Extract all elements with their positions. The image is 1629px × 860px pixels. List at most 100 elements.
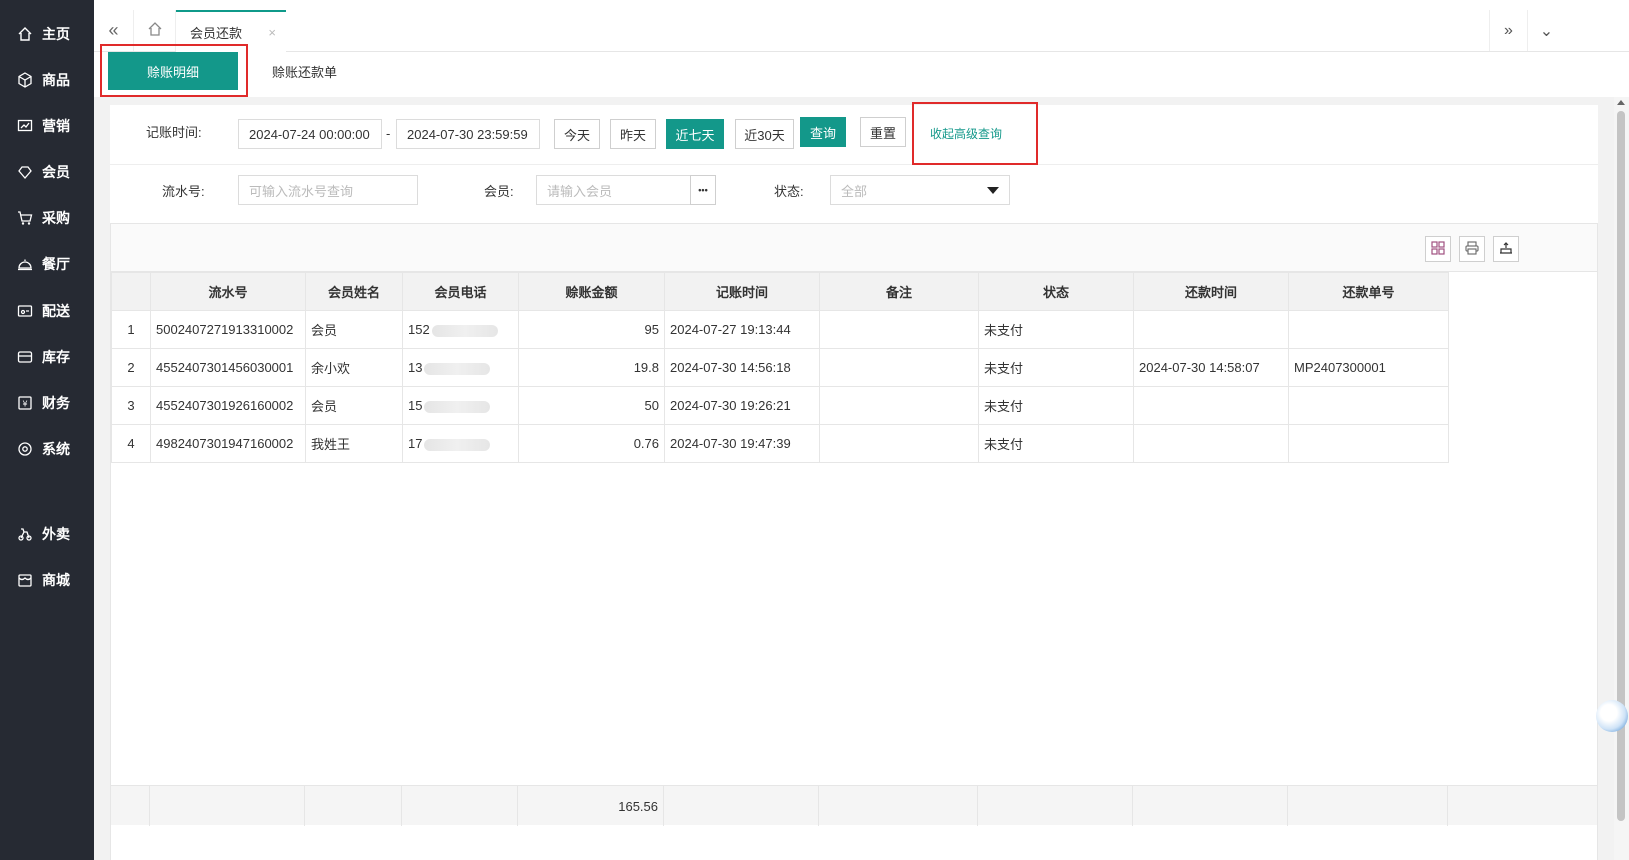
query-button[interactable]: 查询 — [800, 117, 846, 147]
tab-menu-button[interactable]: ⌄ — [1527, 10, 1565, 51]
sidebar-item-inventory[interactable]: 库存 — [0, 337, 94, 377]
col-header-index — [111, 272, 151, 311]
cell-status: 未支付 — [978, 424, 1134, 463]
cell-member-phone: 15 — [402, 386, 519, 425]
filter-row-dates: 记账时间: 2024-07-24 00:00:00 - 2024-07-30 2… — [110, 105, 1598, 165]
export-icon — [1499, 241, 1513, 258]
double-chevron-right-icon: » — [1504, 21, 1513, 39]
data-table-area: 流水号 会员姓名 会员电话 赊账金额 记账时间 备注 状态 还款时间 还款单号 … — [110, 223, 1598, 860]
status-select[interactable]: 全部 — [830, 175, 1010, 205]
cell-record-time: 2024-07-30 19:26:21 — [664, 386, 820, 425]
total-cell — [978, 786, 1133, 826]
highlight-box — [912, 102, 1038, 165]
page-scrollbar[interactable] — [1614, 97, 1629, 860]
total-cell — [819, 786, 978, 826]
scroll-tabs-right-button[interactable]: » — [1489, 10, 1527, 51]
sidebar-item-marketing[interactable]: 营销 — [0, 106, 94, 146]
print-button[interactable] — [1459, 236, 1485, 262]
close-icon[interactable]: × — [268, 25, 276, 40]
redacted-phone — [424, 400, 491, 413]
sidebar-item-delivery[interactable]: 配送 — [0, 291, 94, 331]
member-label: 会员: — [484, 184, 514, 199]
sidebar-item-label: 系统 — [42, 441, 70, 457]
settings-icon — [16, 440, 34, 458]
col-header-status[interactable]: 状态 — [978, 272, 1134, 311]
cell-serial: 4982407301947160002 — [150, 424, 306, 463]
floating-assistant-button[interactable] — [1596, 700, 1628, 732]
cell-repay-no — [1288, 424, 1449, 463]
col-header-repay-time[interactable]: 还款时间 — [1133, 272, 1289, 311]
sidebar-item-label: 采购 — [42, 210, 70, 226]
today-button[interactable]: 今天 — [554, 119, 600, 149]
column-filter-button[interactable] — [1425, 236, 1451, 262]
col-header-member-name[interactable]: 会员姓名 — [305, 272, 403, 311]
grid-icon — [1431, 240, 1445, 258]
col-header-member-phone[interactable]: 会员电话 — [402, 272, 519, 311]
table-row[interactable]: 3 4552407301926160002 会员 15 50 2024-07-3… — [111, 386, 1449, 425]
table-header-row: 流水号 会员姓名 会员电话 赊账金额 记账时间 备注 状态 还款时间 还款单号 — [111, 272, 1449, 311]
cell-note — [819, 310, 979, 349]
sidebar-item-label: 商品 — [42, 72, 70, 88]
sidebar-item-label: 财务 — [42, 395, 70, 411]
reset-button[interactable]: 重置 — [860, 117, 906, 147]
cell-index: 2 — [111, 348, 151, 387]
cell-credit-amount: 0.76 — [518, 424, 665, 463]
date-start-input[interactable]: 2024-07-24 00:00:00 — [238, 119, 382, 149]
cell-member-phone: 152 — [402, 310, 519, 349]
member-input[interactable]: 请输入会员 — [536, 175, 692, 205]
date-end-input[interactable]: 2024-07-30 23:59:59 — [396, 119, 540, 149]
home-icon — [16, 25, 34, 43]
sidebar-item-home[interactable]: 主页 — [0, 14, 94, 54]
col-header-record-time[interactable]: 记账时间 — [664, 272, 820, 311]
tab-bar: « 会员还款 × » ⌄ — [94, 10, 1629, 52]
col-header-repay-no[interactable]: 还款单号 — [1288, 272, 1449, 311]
chart-icon — [16, 117, 34, 135]
table-total-row: 165.56 — [111, 785, 1597, 826]
last-30-days-button[interactable]: 近30天 — [735, 119, 794, 149]
table-row[interactable]: 1 5002407271913310002 会员 152 95 2024-07-… — [111, 310, 1449, 349]
sidebar-item-takeout[interactable]: 外卖 — [0, 514, 94, 554]
redacted-phone — [431, 324, 498, 337]
sidebar-item-mall[interactable]: 商城 — [0, 560, 94, 600]
diamond-icon — [16, 163, 34, 181]
table-row[interactable]: 4 4982407301947160002 我姓王 17 0.76 2024-0… — [111, 424, 1449, 463]
yesterday-button[interactable]: 昨天 — [610, 119, 656, 149]
serial-label: 流水号: — [162, 184, 205, 199]
cell-member-phone: 17 — [402, 424, 519, 463]
cell-record-time: 2024-07-30 19:47:39 — [664, 424, 820, 463]
col-header-note[interactable]: 备注 — [819, 272, 979, 311]
total-cell — [111, 786, 150, 826]
cell-member-name: 会员 — [305, 386, 403, 425]
tab-label: 会员还款 — [190, 25, 243, 41]
sidebar-item-products[interactable]: 商品 — [0, 60, 94, 100]
col-header-serial[interactable]: 流水号 — [150, 272, 306, 311]
cart-icon — [16, 209, 34, 227]
phone-prefix: 17 — [408, 436, 423, 451]
col-header-credit-amount[interactable]: 赊账金额 — [518, 272, 665, 311]
sidebar-item-purchase[interactable]: 采购 — [0, 198, 94, 238]
sidebar-item-finance[interactable]: ¥ 财务 — [0, 383, 94, 423]
filter-row-fields: 流水号: 可输入流水号查询 会员: 请输入会员 ••• 状态: 全部 — [110, 165, 1598, 217]
inventory-icon — [16, 348, 34, 366]
takeout-icon — [16, 525, 34, 543]
tab-credit-repayment-orders[interactable]: 赊账还款单 — [272, 52, 337, 90]
table-row[interactable]: 2 4552407301456030001 余小欢 13 19.8 2024-0… — [111, 348, 1449, 387]
sidebar-item-system[interactable]: 系统 — [0, 429, 94, 469]
cell-note — [819, 386, 979, 425]
sidebar-item-label: 库存 — [42, 349, 70, 365]
scroll-up-arrow-icon[interactable] — [1617, 100, 1625, 105]
export-button[interactable] — [1493, 236, 1519, 262]
phone-prefix: 152 — [408, 322, 430, 337]
last-7-days-button[interactable]: 近七天 — [666, 119, 724, 149]
member-picker-button[interactable]: ••• — [690, 175, 716, 205]
cell-status: 未支付 — [978, 348, 1134, 387]
cell-repay-time: 2024-07-30 14:58:07 — [1133, 348, 1289, 387]
cell-note — [819, 424, 979, 463]
sidebar-item-members[interactable]: 会员 — [0, 152, 94, 192]
date-separator: - — [386, 126, 391, 141]
total-cell — [1133, 786, 1288, 826]
sidebar-item-label: 主页 — [42, 26, 70, 42]
finance-icon: ¥ — [16, 394, 34, 412]
sidebar-item-restaurant[interactable]: 餐厅 — [0, 244, 94, 284]
serial-input[interactable]: 可输入流水号查询 — [238, 175, 418, 205]
